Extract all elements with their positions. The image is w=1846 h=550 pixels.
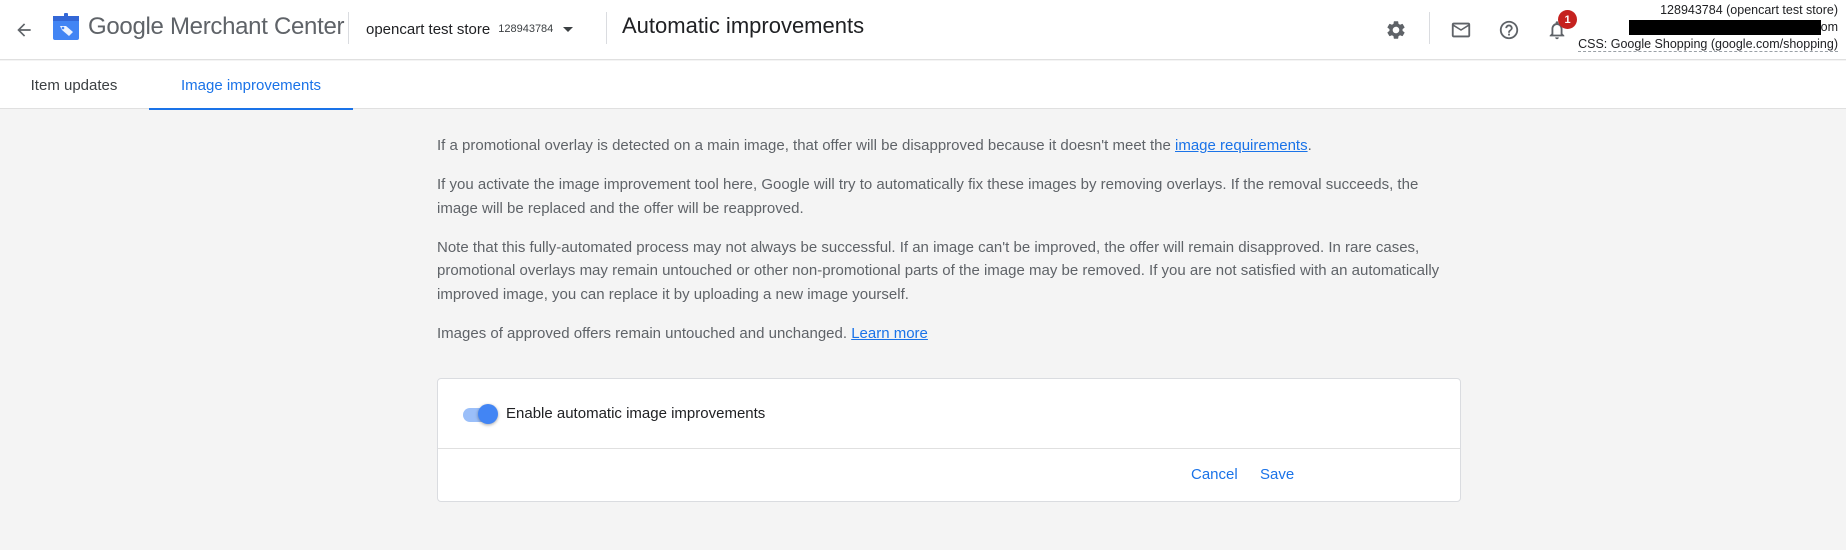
- account-id: 128943784: [498, 23, 554, 35]
- settings-card: Enable automatic image improvements Canc…: [437, 378, 1461, 502]
- account-email-suffix: om: [1820, 20, 1838, 34]
- paragraph-note: Note that this fully-automated process m…: [437, 238, 1440, 303]
- account-picker[interactable]: opencart test store 128943784: [366, 16, 574, 42]
- tab-bar: Item updates Image improvements: [0, 61, 1846, 110]
- header-divider: [606, 12, 607, 44]
- gear-icon: [1387, 21, 1405, 39]
- merchant-center-tag-icon[interactable]: [52, 13, 80, 41]
- account-info-line1: 128943784 (opencart test store): [1660, 3, 1838, 17]
- description: If a promotional overlay is detected on …: [437, 134, 1461, 361]
- back-button[interactable]: [8, 14, 40, 46]
- paragraph-activation-info: If you activate the image improvement to…: [437, 176, 1419, 217]
- product-name: Google Merchant Center: [88, 13, 345, 40]
- help-icon: [1499, 20, 1519, 40]
- page-title: Automatic improvements: [622, 13, 865, 38]
- tab-image-improvements[interactable]: Image improvements: [149, 61, 353, 110]
- redacted-email: [1628, 20, 1821, 35]
- paragraph-approved-offers: Images of approved offers remain untouch…: [437, 324, 928, 342]
- account-info: 128943784 (opencart test store) om CSS: …: [1578, 2, 1838, 53]
- top-app-bar: Google Merchant Center opencart test sto…: [0, 0, 1846, 60]
- card-body: Enable automatic image improvements: [438, 379, 1460, 449]
- css-link[interactable]: CSS: Google Shopping (google.com/shoppin…: [1578, 37, 1838, 52]
- arrow-back-icon: [17, 23, 31, 37]
- cancel-button[interactable]: Cancel: [1183, 462, 1246, 487]
- card-actions: Cancel Save: [438, 449, 1460, 501]
- mail-button[interactable]: [1443, 12, 1479, 48]
- icon-divider: [1429, 12, 1430, 44]
- image-requirements-link[interactable]: image requirements: [1175, 137, 1308, 154]
- toggle-knob: [478, 404, 498, 424]
- settings-button[interactable]: [1378, 12, 1414, 48]
- enable-image-improvements-toggle[interactable]: [463, 403, 501, 425]
- account-email-row: om: [1578, 19, 1838, 36]
- notifications-button[interactable]: 1: [1539, 10, 1577, 48]
- mail-icon: [1451, 22, 1471, 38]
- account-name: opencart test store: [366, 20, 491, 38]
- notification-badge: 1: [1558, 10, 1577, 29]
- header-divider: [348, 12, 349, 44]
- tab-item-updates[interactable]: Item updates: [0, 61, 148, 109]
- toggle-label: Enable automatic image improvements: [506, 405, 766, 422]
- caret-down-icon: [563, 26, 574, 32]
- learn-more-link[interactable]: Learn more: [851, 325, 928, 342]
- help-button[interactable]: [1491, 12, 1527, 48]
- save-button[interactable]: Save: [1252, 462, 1302, 487]
- paragraph-overlay-info: If a promotional overlay is detected on …: [437, 137, 1312, 154]
